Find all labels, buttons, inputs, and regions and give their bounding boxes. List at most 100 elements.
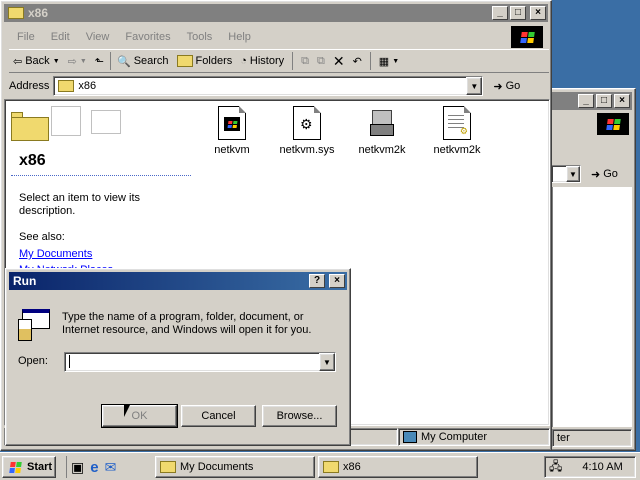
show-desktop-icon[interactable]: ▣ — [71, 459, 84, 476]
toolbar-divider — [109, 52, 111, 70]
background-go-button[interactable]: ➜ Go — [587, 163, 622, 185]
file-netkvm-sys[interactable]: ⚙ netkvm.sys — [267, 106, 347, 156]
ok-button[interactable]: OK — [101, 404, 178, 428]
views-button[interactable]: ▦ ▼ — [375, 50, 403, 72]
status-pane-zone: My Computer — [398, 428, 550, 446]
go-arrow-icon: ➜ — [591, 168, 601, 181]
back-arrow-icon: ⇦ — [13, 55, 23, 68]
delete-button[interactable]: ✕ — [329, 50, 349, 72]
background-window[interactable]: _ □ × ▼ ➜ Go ter — [548, 88, 636, 451]
forward-button[interactable]: ⇨ ▼ — [64, 50, 91, 72]
address-dropdown-button[interactable]: ▼ — [466, 77, 483, 95]
cancel-button[interactable]: Cancel — [181, 405, 256, 427]
see-also-label: See also: — [19, 231, 65, 243]
folder-icon — [58, 80, 75, 92]
menu-favorites[interactable]: Favorites — [117, 31, 178, 43]
close-button[interactable]: × — [614, 94, 630, 108]
menu-help[interactable]: Help — [220, 31, 259, 43]
search-button[interactable]: 🔍 Search — [113, 50, 173, 72]
decorative-squares — [51, 106, 123, 138]
internet-explorer-icon[interactable]: e — [90, 459, 98, 476]
forward-arrow-icon: ⇨ — [67, 55, 77, 68]
search-icon: 🔍 — [116, 55, 131, 68]
setup-icon — [368, 106, 396, 140]
start-button[interactable]: Start — [2, 456, 56, 478]
address-label: Address — [9, 80, 50, 92]
network-icon[interactable]: 🖧 — [549, 457, 562, 478]
minimize-button[interactable]: _ — [578, 94, 594, 108]
chevron-down-icon[interactable]: ▼ — [566, 166, 580, 182]
toolbar-divider — [369, 52, 371, 70]
toolbar-divider — [292, 52, 294, 70]
link-my-documents[interactable]: My Documents — [19, 248, 92, 260]
chevron-down-icon[interactable]: ▼ — [392, 58, 399, 65]
menu-file[interactable]: File — [9, 31, 43, 43]
run-dialog[interactable]: Run ? × Type the name of a program, fold… — [5, 268, 351, 446]
folder-icon — [323, 461, 339, 473]
history-button[interactable]: ◔ History — [236, 50, 288, 72]
explorer-title: x86 — [28, 6, 49, 20]
copy-to-button[interactable]: ⧉ — [313, 50, 329, 72]
file-netkvm[interactable]: netkvm — [192, 106, 272, 156]
folder-large-icon — [11, 108, 51, 141]
file-netkvm2k-inf[interactable]: ⚙ netkvm2k — [417, 106, 497, 156]
address-bar: Address x86 ▼ ➜ Go — [9, 75, 549, 97]
maximize-button[interactable]: □ — [510, 6, 526, 20]
up-folder-icon: ⬑ — [94, 55, 104, 68]
browse-button[interactable]: Browse... — [262, 405, 337, 427]
open-input[interactable]: ▼ — [64, 352, 336, 372]
history-icon: ◔ — [240, 55, 247, 67]
address-input[interactable]: x86 ▼ — [53, 76, 484, 96]
application-icon — [218, 106, 246, 140]
run-program-icon — [18, 309, 52, 341]
close-button[interactable]: × — [329, 274, 345, 288]
background-address-dropdown[interactable]: ▼ — [551, 165, 581, 183]
menu-tools[interactable]: Tools — [179, 31, 221, 43]
move-to-button[interactable]: ⧉ — [297, 50, 313, 72]
explorer-titlebar[interactable]: x86 _ □ × — [4, 4, 548, 22]
folder-icon — [8, 7, 24, 19]
system-file-icon: ⚙ — [293, 106, 321, 140]
copy-to-icon: ⧉ — [316, 54, 325, 67]
back-button[interactable]: ⇦ Back ▼ — [9, 50, 64, 72]
help-button[interactable]: ? — [309, 274, 325, 288]
move-to-icon: ⧉ — [301, 54, 309, 67]
close-button[interactable]: × — [530, 6, 546, 20]
background-content-area — [552, 187, 632, 427]
go-arrow-icon: ➜ — [493, 80, 503, 93]
chevron-down-icon: ▼ — [323, 357, 331, 367]
outlook-express-icon[interactable]: ✉ — [105, 459, 117, 476]
go-button[interactable]: ➜ Go — [489, 75, 524, 97]
file-netkvm2k-setup[interactable]: netkvm2k — [342, 106, 422, 156]
maximize-button[interactable]: □ — [596, 94, 612, 108]
chevron-down-icon[interactable]: ▼ — [80, 58, 87, 65]
run-titlebar[interactable]: Run ? × — [9, 272, 347, 290]
undo-icon: ↶ — [352, 55, 362, 68]
heading-divider — [11, 174, 191, 176]
background-status-bar: ter — [552, 429, 632, 447]
up-folder-button[interactable]: ⬑ — [91, 50, 108, 72]
open-dropdown-button[interactable]: ▼ — [319, 353, 335, 371]
menu-edit[interactable]: Edit — [43, 31, 78, 43]
open-label: Open: — [18, 355, 48, 367]
run-title: Run — [13, 274, 37, 288]
windows-logo — [511, 26, 543, 48]
inf-file-icon: ⚙ — [443, 106, 471, 140]
folder-icon — [160, 461, 176, 473]
system-tray: 🖧 4:10 AM — [544, 456, 636, 478]
background-window-titlebar[interactable]: _ □ × — [552, 92, 632, 110]
windows-logo-icon — [7, 460, 23, 474]
menu-bar: File Edit View Favorites Tools Help — [9, 27, 259, 47]
minimize-button[interactable]: _ — [492, 6, 508, 20]
menu-view[interactable]: View — [78, 31, 118, 43]
task-my-documents[interactable]: My Documents — [155, 456, 315, 478]
clock[interactable]: 4:10 AM — [582, 461, 622, 473]
computer-icon — [403, 431, 417, 443]
folders-icon — [176, 55, 193, 67]
task-x86[interactable]: x86 — [318, 456, 478, 478]
text-cursor — [69, 355, 70, 368]
folders-button[interactable]: Folders — [173, 50, 237, 72]
undo-button[interactable]: ↶ — [349, 50, 366, 72]
chevron-down-icon[interactable]: ▼ — [53, 58, 60, 65]
folder-heading: x86 — [19, 152, 46, 169]
